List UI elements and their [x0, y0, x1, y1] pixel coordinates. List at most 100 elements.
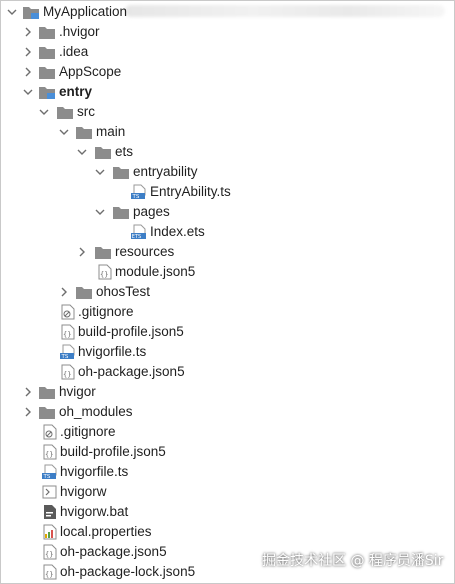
tree-row-entry[interactable]: entry — [0, 82, 455, 102]
tree-row-hvigor[interactable]: hvigor — [0, 382, 455, 402]
tree-label: AppScope — [59, 64, 122, 79]
svg-text:TS: TS — [61, 354, 69, 360]
folder-icon — [38, 22, 56, 42]
chevron-down-icon[interactable] — [6, 2, 18, 22]
watermark: 掘金技术社区 @ 程序员潘Sir — [262, 553, 444, 569]
json-file-icon: {} — [41, 442, 59, 462]
tree-label: .gitignore — [60, 424, 116, 439]
tree-row-src[interactable]: src — [0, 102, 455, 122]
tree-row-resources[interactable]: resources — [0, 242, 455, 262]
gitignore-file-icon — [41, 422, 59, 442]
tree-label: entry — [59, 84, 93, 99]
module-folder-icon — [38, 82, 56, 102]
tree-row-index-ets[interactable]: ETS Index.ets — [0, 222, 455, 242]
folder-icon — [75, 282, 93, 302]
svg-text:{}: {} — [45, 451, 53, 459]
tree-row-main[interactable]: main — [0, 122, 455, 142]
gitignore-file-icon — [59, 302, 77, 322]
folder-icon — [38, 382, 56, 402]
tree-label: EntryAbility.ts — [150, 184, 231, 199]
chevron-right-icon[interactable] — [22, 402, 34, 422]
tree-label: ets — [115, 144, 134, 159]
tree-row-local-properties[interactable]: local.properties — [0, 522, 455, 542]
tree-label: resources — [115, 244, 175, 259]
chevron-down-icon[interactable] — [22, 82, 34, 102]
tree-row-module-json5[interactable]: {} module.json5 — [0, 262, 455, 282]
tree-label: hvigorfile.ts — [60, 464, 129, 479]
tree-row-appscope[interactable]: AppScope — [0, 62, 455, 82]
script-file-icon — [41, 482, 59, 502]
chevron-down-icon[interactable] — [94, 162, 106, 182]
json-file-icon: {} — [59, 322, 77, 342]
tree-label: build-profile.json5 — [78, 324, 184, 339]
tree-label: .gitignore — [78, 304, 134, 319]
tree-row-hvigorfile-ts[interactable]: TS hvigorfile.ts — [0, 342, 455, 362]
ts-file-icon: TS — [41, 462, 59, 482]
tree-label: src — [77, 104, 95, 119]
json-file-icon: {} — [96, 262, 114, 282]
json-file-icon: {} — [59, 362, 77, 382]
json-file-icon: {} — [41, 542, 59, 562]
svg-text:TS: TS — [132, 194, 140, 200]
chevron-down-icon[interactable] — [94, 202, 106, 222]
tree-row-oh-modules[interactable]: oh_modules — [0, 402, 455, 422]
chevron-down-icon[interactable] — [76, 142, 88, 162]
folder-icon — [94, 242, 112, 262]
tree-label: oh-package.json5 — [78, 364, 185, 379]
properties-file-icon — [41, 522, 59, 542]
tree-label: oh_modules — [59, 404, 133, 419]
chevron-down-icon[interactable] — [58, 122, 70, 142]
tree-row-build-profile[interactable]: {} build-profile.json5 — [0, 322, 455, 342]
chevron-right-icon[interactable] — [22, 382, 34, 402]
tree-label: oh-package-lock.json5 — [60, 564, 196, 579]
svg-text:{}: {} — [63, 371, 71, 379]
tree-row-ets[interactable]: ets — [0, 142, 455, 162]
tree-label: .idea — [59, 44, 89, 59]
folder-icon — [38, 62, 56, 82]
tree-label: local.properties — [60, 524, 152, 539]
folder-icon — [75, 122, 93, 142]
tree-row-oh-package[interactable]: {} oh-package.json5 — [0, 362, 455, 382]
folder-icon — [112, 162, 130, 182]
folder-icon — [56, 102, 74, 122]
tree-label: main — [96, 124, 126, 139]
tree-label: entryability — [133, 164, 198, 179]
tree-row-hvigor-dir[interactable]: .hvigor — [0, 22, 455, 42]
tree-row-pages[interactable]: pages — [0, 202, 455, 222]
folder-icon — [38, 42, 56, 62]
tree-row-root[interactable]: MyApplication — [0, 2, 455, 22]
tree-label: Index.ets — [150, 224, 205, 239]
chevron-right-icon[interactable] — [22, 42, 34, 62]
folder-icon — [112, 202, 130, 222]
tree-row-hvigorw-bat[interactable]: hvigorw.bat — [0, 502, 455, 522]
tree-row-gitignore[interactable]: .gitignore — [0, 302, 455, 322]
svg-text:{}: {} — [45, 571, 53, 579]
bat-file-icon — [41, 502, 59, 522]
tree-row-root-gitignore[interactable]: .gitignore — [0, 422, 455, 442]
chevron-right-icon[interactable] — [22, 22, 34, 42]
tree-label: pages — [133, 204, 170, 219]
svg-text:TS: TS — [43, 474, 51, 480]
tree-row-root-build-profile[interactable]: {} build-profile.json5 — [0, 442, 455, 462]
chevron-right-icon[interactable] — [58, 282, 70, 302]
svg-text:{}: {} — [63, 331, 71, 339]
tree-label: MyApplication — [43, 4, 128, 19]
json-file-icon: {} — [41, 562, 59, 582]
tree-label: build-profile.json5 — [60, 444, 166, 459]
tree-row-entryability-ts[interactable]: TS EntryAbility.ts — [0, 182, 455, 202]
tree-label: hvigor — [59, 384, 96, 399]
chevron-right-icon[interactable] — [22, 62, 34, 82]
tree-row-hvigorw[interactable]: hvigorw — [0, 482, 455, 502]
tree-label: .hvigor — [59, 24, 100, 39]
chevron-right-icon[interactable] — [76, 242, 88, 262]
tree-row-root-hvigorfile-ts[interactable]: TS hvigorfile.ts — [0, 462, 455, 482]
tree-row-entryability[interactable]: entryability — [0, 162, 455, 182]
ts-file-icon: TS — [59, 342, 77, 362]
tree-label: hvigorw — [60, 484, 107, 499]
tree-row-ohostest[interactable]: ohosTest — [0, 282, 455, 302]
ets-file-icon: ETS — [130, 222, 148, 242]
svg-text:{}: {} — [45, 551, 53, 559]
tree-row-idea[interactable]: .idea — [0, 42, 455, 62]
chevron-down-icon[interactable] — [38, 102, 50, 122]
svg-text:{}: {} — [100, 271, 108, 279]
